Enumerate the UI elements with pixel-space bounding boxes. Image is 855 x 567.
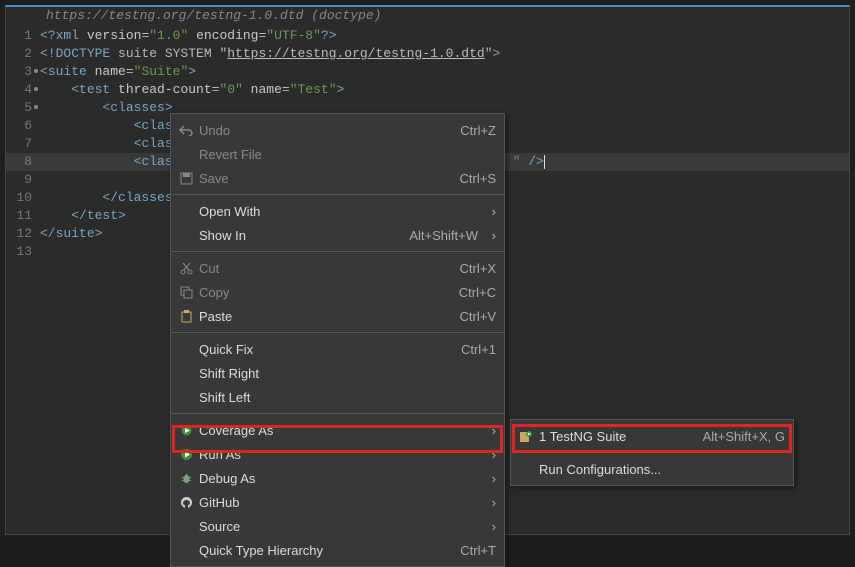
menu-item-label: Source — [197, 519, 478, 534]
menu-item-quick-type-hierarchy[interactable]: Quick Type Hierarchy Ctrl+T — [171, 538, 504, 562]
save-icon — [175, 172, 197, 185]
debug-icon — [175, 472, 197, 485]
menu-item-label: Undo — [197, 123, 448, 138]
gutter-line-number: 1 — [6, 27, 40, 45]
menu-item-label: Coverage As — [197, 423, 478, 438]
gutter-line-number: 5 — [6, 99, 40, 117]
submenu-arrow-icon: › — [486, 228, 496, 243]
menu-separator — [171, 332, 504, 333]
menu-item-label: Paste — [197, 309, 448, 324]
submenu-arrow-icon: › — [486, 471, 496, 486]
context-menu: Undo Ctrl+Z Revert File Save Ctrl+S Open… — [170, 113, 505, 567]
code-line[interactable]: 3 <suite name="Suite"> — [6, 63, 849, 81]
menu-item-label: Cut — [197, 261, 448, 276]
menu-item-paste[interactable]: Paste Ctrl+V — [171, 304, 504, 328]
submenu-item-run-configurations[interactable]: Run Configurations... — [511, 457, 793, 481]
submenu-arrow-icon: › — [486, 204, 496, 219]
menu-item-label: Copy — [197, 285, 447, 300]
menu-item-show-in[interactable]: Show In Alt+Shift+W › — [171, 223, 504, 247]
menu-item-label: 1 TestNG Suite — [537, 429, 691, 444]
gutter-line-number: 6 — [6, 117, 40, 135]
menu-item-source[interactable]: Source › — [171, 514, 504, 538]
menu-shortcut: Ctrl+X — [460, 261, 496, 276]
testng-icon — [515, 430, 537, 443]
menu-item-label: GitHub — [197, 495, 478, 510]
menu-item-github[interactable]: GitHub › — [171, 490, 504, 514]
menu-item-label: Quick Type Hierarchy — [197, 543, 448, 558]
text-cursor — [544, 155, 545, 169]
menu-separator — [171, 194, 504, 195]
code-line[interactable]: 2 <!DOCTYPE suite SYSTEM "https://testng… — [6, 45, 849, 63]
gutter-line-number: 2 — [6, 45, 40, 63]
gutter-line-number: 8 — [6, 153, 40, 171]
gutter-line-number: 7 — [6, 135, 40, 153]
gutter-line-number: 11 — [6, 207, 40, 225]
menu-item-label: Run As — [197, 447, 478, 462]
copy-icon — [175, 286, 197, 299]
menu-item-copy[interactable]: Copy Ctrl+C — [171, 280, 504, 304]
menu-separator — [171, 413, 504, 414]
menu-item-undo[interactable]: Undo Ctrl+Z — [171, 118, 504, 142]
paste-icon — [175, 310, 197, 323]
menu-item-shift-left[interactable]: Shift Left — [171, 385, 504, 409]
github-icon — [175, 496, 197, 509]
menu-item-label: Shift Left — [197, 390, 496, 405]
breadcrumb: https://testng.org/testng-1.0.dtd (docty… — [6, 7, 849, 27]
menu-item-label: Quick Fix — [197, 342, 449, 357]
context-submenu-run-as: 1 TestNG Suite Alt+Shift+X, G Run Config… — [510, 419, 794, 486]
gutter-line-number: 9 — [6, 171, 40, 189]
code-line[interactable]: 1 <?xml version="1.0" encoding="UTF-8"?> — [6, 27, 849, 45]
menu-shortcut: Alt+Shift+X, G — [703, 429, 785, 444]
coverage-icon — [175, 424, 197, 437]
submenu-arrow-icon: › — [486, 423, 496, 438]
submenu-arrow-icon: › — [486, 519, 496, 534]
run-icon — [175, 448, 197, 461]
menu-item-cut[interactable]: Cut Ctrl+X — [171, 256, 504, 280]
undo-icon — [175, 124, 197, 136]
submenu-arrow-icon: › — [486, 447, 496, 462]
menu-item-coverage-as[interactable]: Coverage As › — [171, 418, 504, 442]
gutter-line-number: 12 — [6, 225, 40, 243]
submenu-arrow-icon: › — [486, 495, 496, 510]
gutter-line-number: 4 — [6, 81, 40, 99]
menu-item-label: Run Configurations... — [537, 462, 785, 477]
menu-item-debug-as[interactable]: Debug As › — [171, 466, 504, 490]
code-line[interactable]: 4 <test thread-count="0" name="Test"> — [6, 81, 849, 99]
menu-shortcut: Ctrl+C — [459, 285, 496, 300]
menu-shortcut: Ctrl+Z — [460, 123, 496, 138]
menu-item-label: Save — [197, 171, 448, 186]
gutter-line-number: 13 — [6, 243, 40, 261]
submenu-item-testng-suite[interactable]: 1 TestNG Suite Alt+Shift+X, G — [511, 424, 793, 448]
menu-shortcut: Ctrl+T — [460, 543, 496, 558]
menu-separator — [171, 251, 504, 252]
menu-shortcut: Alt+Shift+W — [409, 228, 478, 243]
menu-item-open-with[interactable]: Open With › — [171, 199, 504, 223]
menu-item-quick-fix[interactable]: Quick Fix Ctrl+1 — [171, 337, 504, 361]
menu-item-shift-right[interactable]: Shift Right — [171, 361, 504, 385]
menu-item-save[interactable]: Save Ctrl+S — [171, 166, 504, 190]
menu-item-revert[interactable]: Revert File — [171, 142, 504, 166]
menu-item-label: Shift Right — [197, 366, 496, 381]
gutter-line-number: 3 — [6, 63, 40, 81]
menu-shortcut: Ctrl+S — [460, 171, 496, 186]
menu-shortcut: Ctrl+V — [460, 309, 496, 324]
menu-shortcut: Ctrl+1 — [461, 342, 496, 357]
cut-icon — [175, 262, 197, 275]
menu-item-label: Open With — [197, 204, 478, 219]
menu-separator — [511, 452, 793, 453]
gutter-line-number: 10 — [6, 189, 40, 207]
menu-item-run-as[interactable]: Run As › — [171, 442, 504, 466]
menu-item-label: Revert File — [197, 147, 496, 162]
menu-item-label: Debug As — [197, 471, 478, 486]
menu-item-label: Show In — [197, 228, 397, 243]
